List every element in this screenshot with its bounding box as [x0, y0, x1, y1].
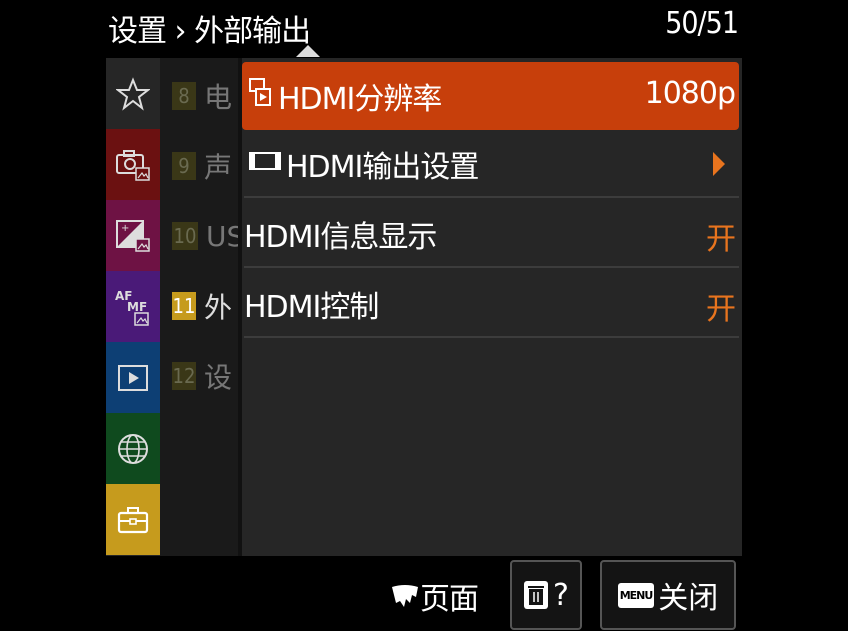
page-label: US	[206, 219, 238, 253]
af-mf-icon: AF MF	[115, 289, 149, 326]
toolbox-icon	[117, 506, 149, 533]
page-item-12[interactable]: 12 设	[172, 359, 236, 394]
row-divider	[244, 336, 739, 338]
page-item-10[interactable]: 10 US	[172, 219, 238, 253]
header: 设置 › 外部输出 50/51	[106, 0, 746, 57]
menu-item-label: HDMI控制	[244, 290, 379, 325]
menu-list: HDMI分辨率 1080p HDMI输出设置 HDMI信息显示 开 HDMI控制…	[242, 58, 742, 556]
breadcrumb: 设置 › 外部输出	[108, 14, 311, 49]
close-button[interactable]: MENU 关闭	[600, 560, 736, 630]
exposure-icon: +	[116, 219, 150, 252]
menu-item-value: 1080p	[644, 76, 736, 111]
globe-icon	[118, 433, 148, 464]
row-divider	[244, 266, 739, 268]
page-number: 12	[172, 362, 196, 390]
control-wheel-icon	[392, 585, 418, 607]
page-number-active: 11	[172, 292, 196, 320]
page-list: 8 电 9 声 10 US 11 外 12 设	[160, 58, 238, 556]
page-item-11[interactable]: 11 外	[172, 289, 236, 324]
menu-item-hdmi-info-display[interactable]: HDMI信息显示 开	[242, 200, 739, 268]
category-setup[interactable]	[106, 484, 160, 555]
category-focus[interactable]: AF MF	[106, 271, 160, 342]
page-label: 设	[204, 361, 233, 394]
page-item-9[interactable]: 9 声	[172, 149, 236, 184]
submenu-arrow-icon	[713, 152, 725, 176]
play-icon	[118, 364, 148, 391]
footer: 页面 ? MENU 关闭	[106, 556, 746, 631]
category-shooting[interactable]	[106, 129, 160, 200]
menu-item-value: 开	[706, 222, 736, 257]
category-rail: + AF MF	[106, 58, 160, 556]
page-hint[interactable]: 页面	[390, 574, 479, 618]
page-label: 声	[204, 151, 233, 184]
menu-item-label: HDMI输出设置	[286, 150, 479, 185]
star-icon	[116, 76, 150, 111]
category-exposure-color[interactable]: +	[106, 200, 160, 271]
menu-item-hdmi-control[interactable]: HDMI控制 开	[242, 270, 739, 338]
menu-item-value: 开	[706, 292, 736, 327]
page-hint-label: 页面	[420, 582, 479, 617]
page-number: 10	[172, 222, 198, 250]
camera-icon	[116, 149, 150, 181]
page-counter: 50/51	[665, 6, 739, 41]
category-network[interactable]	[106, 413, 160, 484]
category-playback[interactable]	[106, 342, 160, 413]
hdmi-resolution-icon	[248, 75, 274, 117]
close-label: 关闭	[658, 581, 719, 616]
page-number: 8	[172, 82, 196, 110]
menu-item-label: HDMI分辨率	[278, 82, 442, 117]
page-label-active: 外	[204, 291, 233, 324]
menu-item-hdmi-resolution[interactable]: HDMI分辨率 1080p	[242, 62, 739, 130]
menu-item-hdmi-output-settings[interactable]: HDMI输出设置	[242, 130, 739, 198]
menu-badge-icon: MENU	[617, 582, 655, 608]
menu-screen: + AF MF 8 电 9 声 10 US 11 外 12 设 HDMI分辨率 …	[106, 58, 742, 556]
delete-help-button[interactable]: ?	[510, 560, 582, 630]
page-item-8[interactable]: 8 电	[172, 79, 236, 114]
svg-text:+: +	[121, 223, 129, 234]
category-favorites[interactable]	[106, 58, 160, 129]
trash-icon	[524, 581, 549, 609]
menu-item-label: HDMI信息显示	[244, 220, 437, 255]
svg-text:MF: MF	[127, 300, 147, 314]
help-label: ?	[553, 577, 569, 613]
film-strip-icon	[248, 147, 282, 182]
page-label: 电	[204, 81, 233, 114]
breadcrumb-caret	[296, 45, 320, 57]
page-number: 9	[172, 152, 196, 180]
row-divider	[244, 196, 739, 198]
